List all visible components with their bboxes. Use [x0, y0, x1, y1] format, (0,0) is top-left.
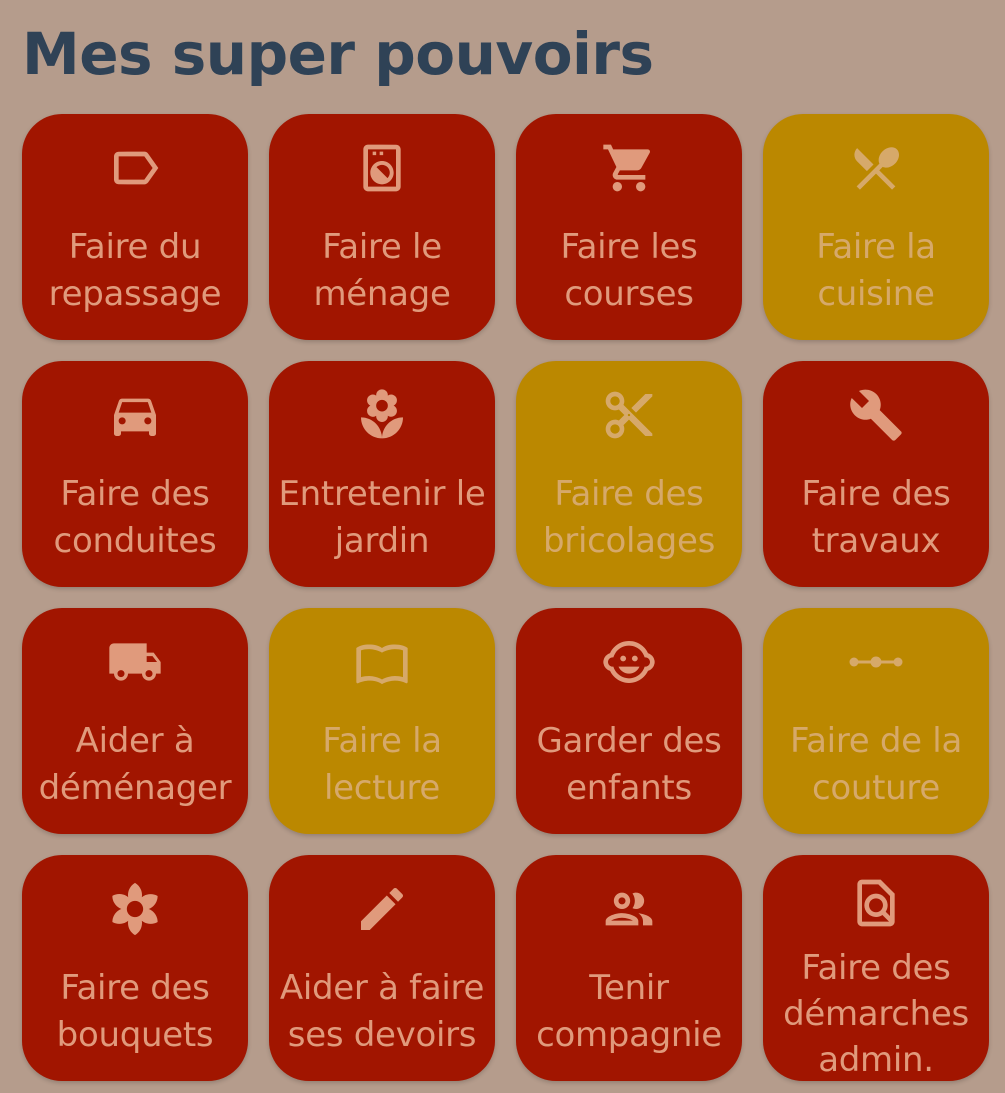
pencil-icon — [269, 881, 495, 937]
scissors-icon — [516, 387, 742, 443]
wrench-icon — [763, 387, 989, 443]
tile-menage[interactable]: Faire le ménage — [269, 114, 495, 340]
flower-pot-icon — [269, 387, 495, 443]
tag-icon — [22, 140, 248, 196]
tile-label: Aider à faire ses devoirs — [279, 968, 485, 1055]
car-icon — [22, 387, 248, 443]
tile-courses[interactable]: Faire les courses — [516, 114, 742, 340]
tile-label: Faire du repassage — [48, 227, 222, 314]
washing-machine-icon — [269, 140, 495, 196]
flower-icon — [22, 881, 248, 937]
tile-compagnie[interactable]: Tenir compagnie — [516, 855, 742, 1081]
tile-jardin[interactable]: Entretenir le jardin — [269, 361, 495, 587]
tile-label: Faire la lecture — [322, 721, 442, 808]
page-title: Mes super pouvoirs — [22, 20, 654, 88]
tile-conduites[interactable]: Faire des conduites — [22, 361, 248, 587]
tile-bricolages[interactable]: Faire des bricolages — [516, 361, 742, 587]
document-search-icon — [763, 875, 989, 931]
tile-label: Faire des travaux — [801, 474, 951, 561]
tile-bouquets[interactable]: Faire des bouquets — [22, 855, 248, 1081]
tile-label: Faire la cuisine — [816, 227, 936, 314]
tile-travaux[interactable]: Faire des travaux — [763, 361, 989, 587]
tile-enfants[interactable]: Garder des enfants — [516, 608, 742, 834]
tile-label: Faire les courses — [560, 227, 698, 314]
tile-couture[interactable]: Faire de la couture — [763, 608, 989, 834]
superpowers-grid: Faire du repassage Faire le ménage Faire… — [22, 114, 989, 1081]
fork-spoon-icon — [763, 140, 989, 196]
tile-devoirs[interactable]: Aider à faire ses devoirs — [269, 855, 495, 1081]
tile-cuisine[interactable]: Faire la cuisine — [763, 114, 989, 340]
tile-label: Faire le ménage — [313, 227, 451, 314]
truck-icon — [22, 634, 248, 690]
tile-label: Faire des démarches admin. — [783, 948, 969, 1080]
shopping-cart-icon — [516, 140, 742, 196]
tile-label: Tenir compagnie — [536, 968, 722, 1055]
tile-label: Faire des bricolages — [543, 474, 715, 561]
tile-label: Garder des enfants — [536, 721, 722, 808]
tile-label: Faire des bouquets — [56, 968, 214, 1055]
tile-demarches[interactable]: Faire des démarches admin. — [763, 855, 989, 1081]
tile-demenager[interactable]: Aider à déménager — [22, 608, 248, 834]
tile-label: Faire des conduites — [53, 474, 217, 561]
tile-label: Aider à déménager — [38, 721, 232, 808]
book-icon — [269, 634, 495, 690]
tile-lecture[interactable]: Faire la lecture — [269, 608, 495, 834]
child-face-icon — [516, 634, 742, 690]
people-icon — [516, 881, 742, 937]
tile-label: Faire de la couture — [790, 721, 962, 808]
tile-repassage[interactable]: Faire du repassage — [22, 114, 248, 340]
tile-label: Entretenir le jardin — [278, 474, 486, 561]
stitch-icon — [763, 634, 989, 690]
